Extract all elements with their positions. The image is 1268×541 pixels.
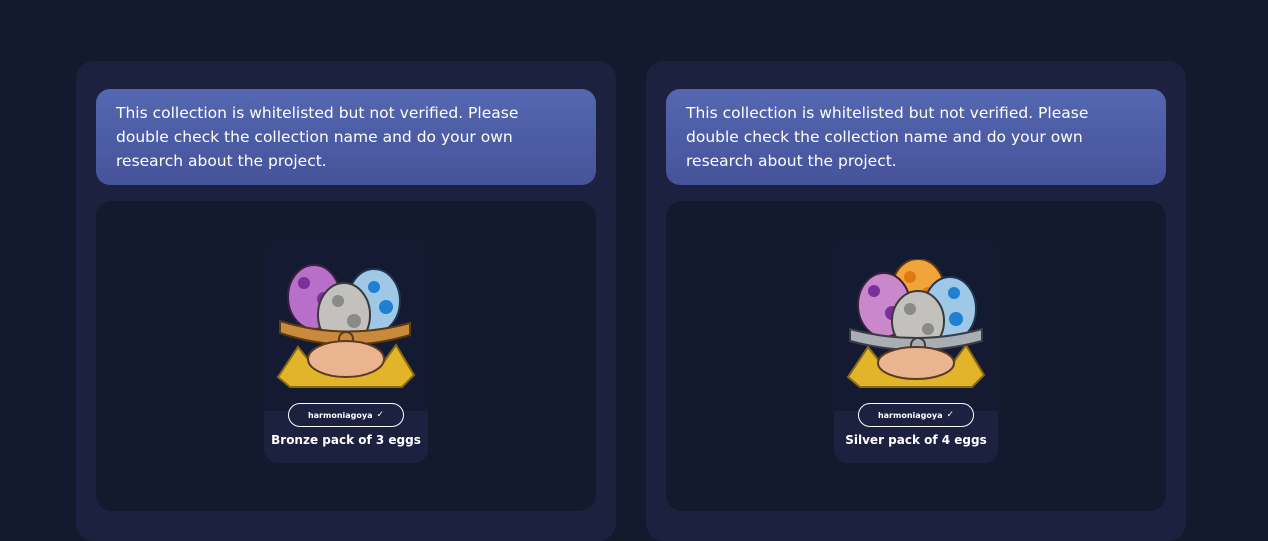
creator-name: harmoniagoya <box>307 410 373 420</box>
nft-panel-bronze: This collection is whitelisted but not v… <box>76 61 616 541</box>
whitelist-warning-notice: This collection is whitelisted but not v… <box>666 89 1166 185</box>
nft-card[interactable]: harmoniagoya ✓ Bronze pack of 3 eggs <box>264 241 428 463</box>
check-icon: ✓ <box>946 410 955 420</box>
check-icon: ✓ <box>376 410 385 420</box>
nft-title: Bronze pack of 3 eggs <box>271 433 421 447</box>
nft-image-eggs-bronze <box>264 241 428 411</box>
nft-card[interactable]: harmoniagoya ✓ Silver pack of 4 eggs <box>834 241 998 463</box>
nft-panel-silver: This collection is whitelisted but not v… <box>646 61 1186 541</box>
whitelist-warning-notice: This collection is whitelisted but not v… <box>96 89 596 185</box>
creator-name: harmoniagoya <box>877 410 943 420</box>
nft-title: Silver pack of 4 eggs <box>845 433 987 447</box>
nft-preview-area: harmoniagoya ✓ Silver pack of 4 eggs <box>666 201 1166 511</box>
creator-badge[interactable]: harmoniagoya ✓ <box>858 403 974 427</box>
creator-badge[interactable]: harmoniagoya ✓ <box>288 403 404 427</box>
nft-preview-area: harmoniagoya ✓ Bronze pack of 3 eggs <box>96 201 596 511</box>
nft-image-eggs-silver <box>834 241 998 411</box>
